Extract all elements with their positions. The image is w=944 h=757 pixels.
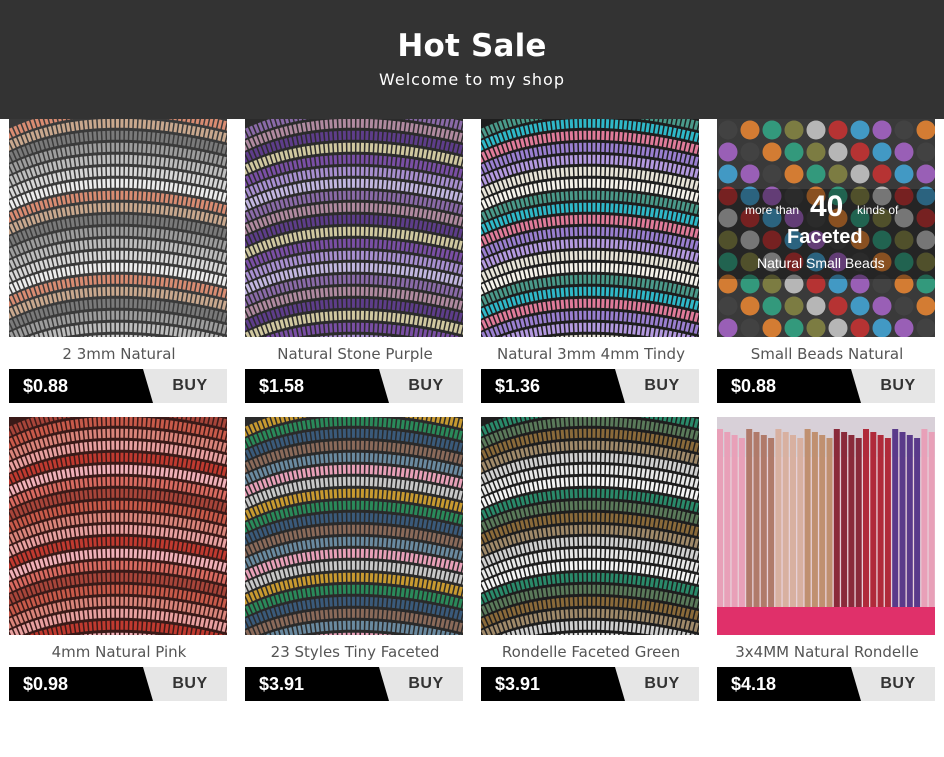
price-bar: $4.18 BUY — [717, 667, 935, 701]
product-image[interactable] — [9, 119, 227, 337]
product-name[interactable]: Natural 3mm 4mm Tindy — [481, 345, 701, 363]
product-image[interactable] — [9, 417, 227, 635]
buy-button[interactable]: BUY — [851, 667, 935, 701]
price-bar: $1.36 BUY — [481, 369, 699, 403]
buy-button[interactable]: BUY — [615, 369, 699, 403]
price-bar: $3.91 BUY — [481, 667, 699, 701]
overlay-line1-prefix: more than — [745, 203, 799, 217]
header-banner: Hot Sale Welcome to my shop — [0, 0, 944, 119]
page-subtitle: Welcome to my shop — [379, 70, 565, 89]
product-name[interactable]: 2 3mm Natural — [9, 345, 229, 363]
product-image[interactable] — [245, 417, 463, 635]
buy-button[interactable]: BUY — [143, 369, 227, 403]
product-name[interactable]: 4mm Natural Pink — [9, 643, 229, 661]
product-price: $1.36 — [495, 376, 541, 396]
product-image[interactable] — [481, 417, 699, 635]
buy-button[interactable]: BUY — [851, 369, 935, 403]
price-bar: $3.91 BUY — [245, 667, 463, 701]
product-price: $4.18 — [731, 674, 777, 694]
product-price: $3.91 — [495, 674, 541, 694]
product-image[interactable] — [481, 119, 699, 337]
buy-button[interactable]: BUY — [615, 667, 699, 701]
overlay-line3: Natural Small Beads — [757, 255, 885, 271]
product-price: $0.88 — [731, 376, 777, 396]
product-price: $1.58 — [259, 376, 305, 396]
price-bar: $0.88 BUY — [717, 369, 935, 403]
product-name[interactable]: Small Beads Natural — [717, 345, 937, 363]
buy-button[interactable]: BUY — [143, 667, 227, 701]
product-image[interactable] — [245, 119, 463, 337]
product-price: $0.88 — [23, 376, 69, 396]
overlay-line1-suffix: kinds of — [857, 203, 899, 217]
product-name[interactable]: Natural Stone Purple — [245, 345, 465, 363]
product-name[interactable]: 3x4MM Natural Rondelle — [717, 643, 937, 661]
price-bar: $1.58 BUY — [245, 369, 463, 403]
page-title: Hot Sale — [397, 28, 547, 64]
product-name[interactable]: Rondelle Faceted Green — [481, 643, 701, 661]
product-image[interactable]: more than 40 kinds of Faceted Natural Sm… — [717, 119, 935, 337]
product-price: $0.98 — [23, 674, 69, 694]
buy-button[interactable]: BUY — [379, 369, 463, 403]
price-bar: $0.98 BUY — [9, 667, 227, 701]
overlay-line1-number: 40 — [810, 190, 843, 223]
product-price: $3.91 — [259, 674, 305, 694]
overlay-line2: Faceted — [787, 226, 863, 248]
price-bar: $0.88 BUY — [9, 369, 227, 403]
product-image[interactable] — [717, 417, 935, 635]
product-name[interactable]: 23 Styles Tiny Faceted — [245, 643, 465, 661]
buy-button[interactable]: BUY — [379, 667, 463, 701]
